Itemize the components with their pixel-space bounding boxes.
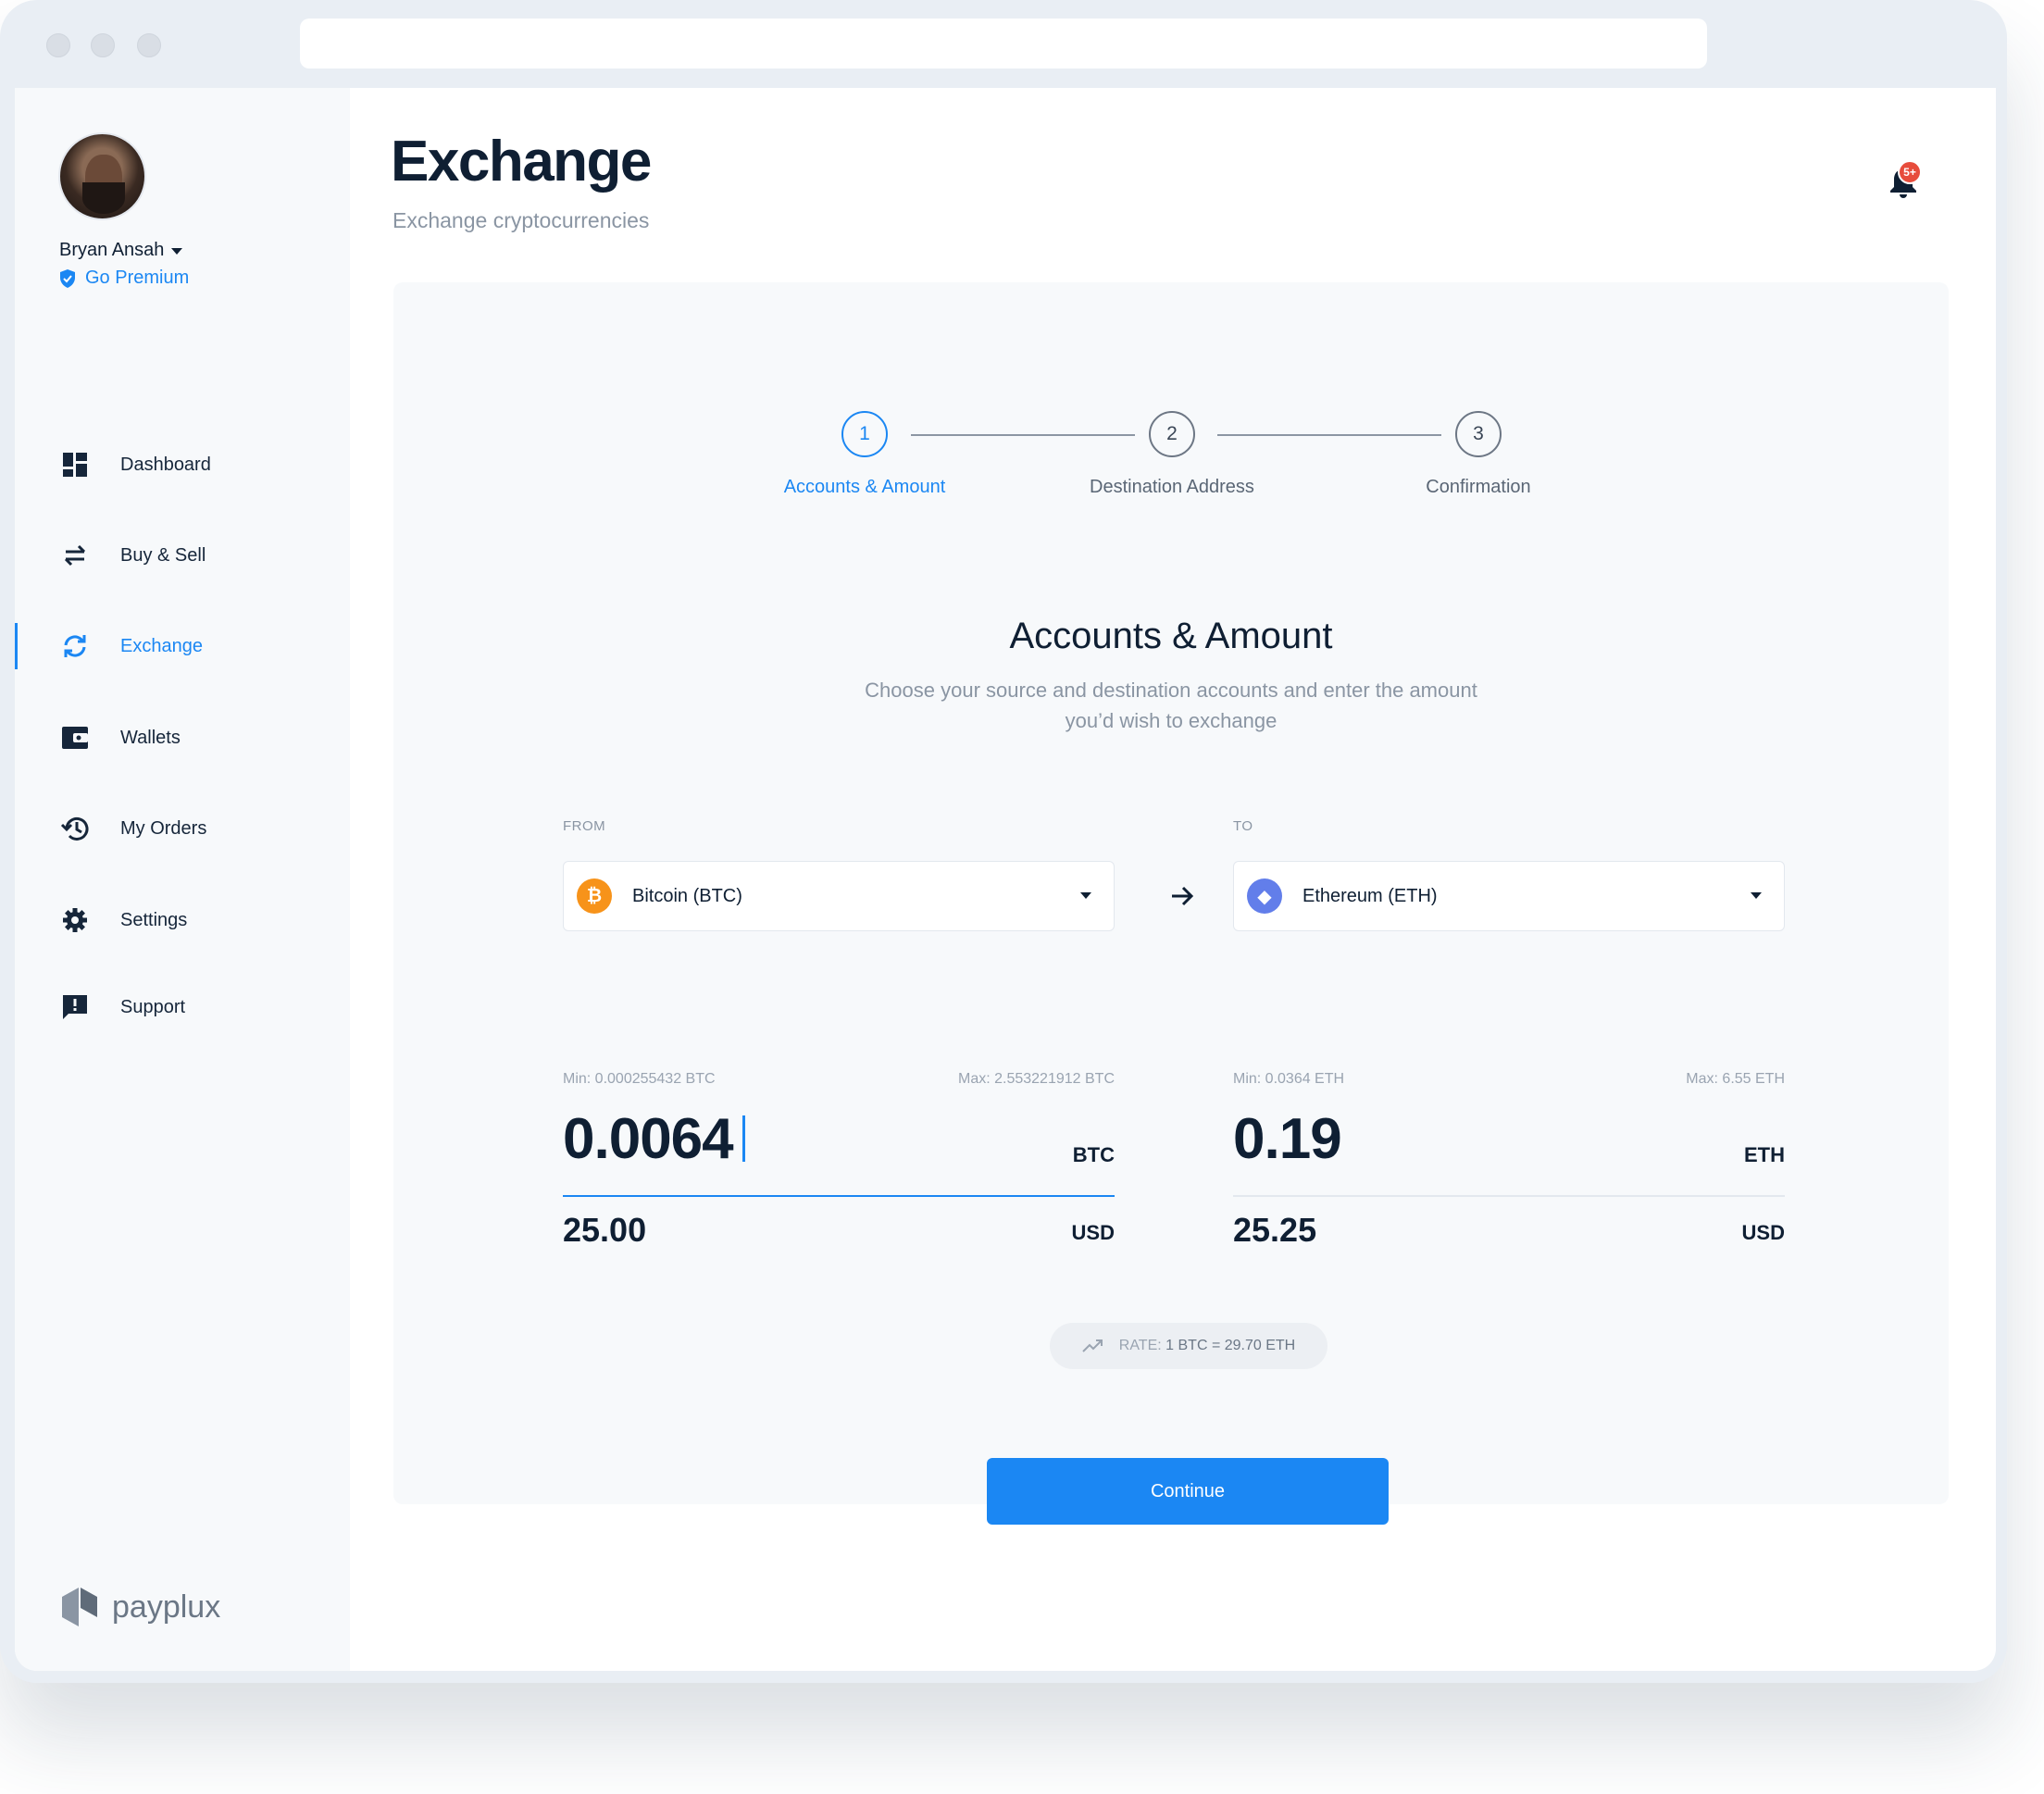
to-max: Max: 6.55 ETH — [1686, 1071, 1785, 1087]
sidebar-item-label: Buy & Sell — [120, 544, 206, 566]
bitcoin-icon: ₿ — [577, 878, 612, 914]
sidebar-item-label: Dashboard — [120, 454, 211, 475]
user-menu[interactable]: Bryan Ansah — [59, 240, 183, 261]
section-title: Accounts & Amount — [1009, 616, 1333, 656]
sidebar-item-dashboard[interactable]: Dashboard — [59, 446, 211, 483]
rate-label: RATE: 1 BTC = 29.70 ETH — [1119, 1338, 1295, 1354]
go-premium-label: Go Premium — [85, 268, 190, 288]
refresh-icon — [59, 630, 91, 662]
step-3-label: Confirmation — [1426, 477, 1531, 497]
sidebar-item-settings[interactable]: Settings — [59, 902, 187, 939]
sidebar-item-wallets[interactable]: Wallets — [59, 719, 181, 756]
exchange-rate-pill: RATE: 1 BTC = 29.70 ETH — [1050, 1323, 1327, 1369]
stepper-connector — [1217, 434, 1441, 436]
trending-up-icon — [1082, 1339, 1103, 1352]
sidebar-item-label: Settings — [120, 909, 188, 930]
chevron-down-icon — [1080, 892, 1091, 899]
active-indicator — [15, 623, 18, 669]
go-premium-link[interactable]: Go Premium — [59, 268, 189, 289]
sidebar-item-label: My Orders — [120, 817, 207, 839]
avatar[interactable] — [58, 132, 146, 220]
sidebar-item-label: Exchange — [120, 635, 203, 656]
step-2-label: Destination Address — [1090, 477, 1254, 497]
rate-value: 1 BTC = 29.70 ETH — [1165, 1338, 1296, 1353]
from-usd-unit: USD — [1071, 1221, 1115, 1244]
stepper-connector — [911, 434, 1135, 436]
step-2-indicator[interactable]: 2 — [1149, 411, 1195, 457]
from-unit: BTC — [1072, 1143, 1115, 1166]
from-currency-select[interactable]: ₿ Bitcoin (BTC) — [563, 861, 1115, 931]
from-max: Max: 2.553221912 BTC — [958, 1071, 1115, 1087]
to-unit: ETH — [1744, 1143, 1785, 1166]
sidebar-item-exchange[interactable]: Exchange — [59, 628, 203, 665]
sidebar-item-label: Support — [120, 996, 186, 1017]
step-1-indicator[interactable]: 1 — [841, 411, 888, 457]
step-3-indicator[interactable]: 3 — [1455, 411, 1502, 457]
brand-logo: payplux — [58, 1586, 220, 1628]
shield-check-icon — [60, 268, 75, 288]
dashboard-icon — [59, 449, 91, 480]
address-bar[interactable] — [300, 19, 1707, 69]
rate-prefix: RATE: — [1118, 1338, 1162, 1353]
window-maximize-button[interactable] — [137, 33, 161, 57]
history-icon — [59, 813, 91, 844]
from-currency-name: Bitcoin (BTC) — [632, 885, 742, 906]
wallet-icon — [59, 722, 91, 754]
from-amount-underline — [563, 1195, 1115, 1197]
feedback-icon — [59, 991, 91, 1023]
to-amount-underline — [1233, 1195, 1785, 1197]
arrow-right-icon — [1172, 886, 1194, 906]
payplux-logo-icon — [62, 1588, 97, 1626]
sidebar: Bryan Ansah Go Premium Dashboard Buy & S… — [15, 88, 350, 1671]
page-subtitle: Exchange cryptocurrencies — [393, 208, 650, 232]
to-label: TO — [1233, 818, 1253, 834]
gear-icon — [59, 904, 91, 936]
ethereum-icon: ◆ — [1247, 878, 1282, 914]
window-minimize-button[interactable] — [91, 33, 115, 57]
sidebar-item-support[interactable]: Support — [59, 989, 185, 1026]
to-currency-name: Ethereum (ETH) — [1302, 885, 1438, 906]
to-currency-select[interactable]: ◆ Ethereum (ETH) — [1233, 861, 1785, 931]
browser-window: Bryan Ansah Go Premium Dashboard Buy & S… — [0, 0, 2007, 1683]
sidebar-item-buy-sell[interactable]: Buy & Sell — [59, 537, 206, 574]
sidebar-item-my-orders[interactable]: My Orders — [59, 810, 206, 847]
section-description: Choose your source and destination accou… — [865, 679, 1477, 732]
sidebar-item-label: Wallets — [120, 727, 181, 748]
continue-button[interactable]: Continue — [987, 1458, 1389, 1525]
to-usd-unit: USD — [1741, 1221, 1785, 1244]
step-1-label: Accounts & Amount — [783, 477, 946, 497]
chevron-down-icon — [1751, 892, 1762, 899]
notification-badge: 5+ — [1898, 160, 1922, 184]
window-close-button[interactable] — [46, 33, 70, 57]
app-frame: Bryan Ansah Go Premium Dashboard Buy & S… — [15, 88, 1996, 1671]
brand-name: payplux — [112, 1588, 221, 1625]
page-title: Exchange — [391, 130, 652, 193]
user-name: Bryan Ansah — [59, 240, 165, 260]
from-label: FROM — [563, 818, 606, 834]
chevron-down-icon — [171, 248, 183, 255]
swap-icon — [59, 540, 91, 571]
avatar-beard — [82, 182, 125, 214]
